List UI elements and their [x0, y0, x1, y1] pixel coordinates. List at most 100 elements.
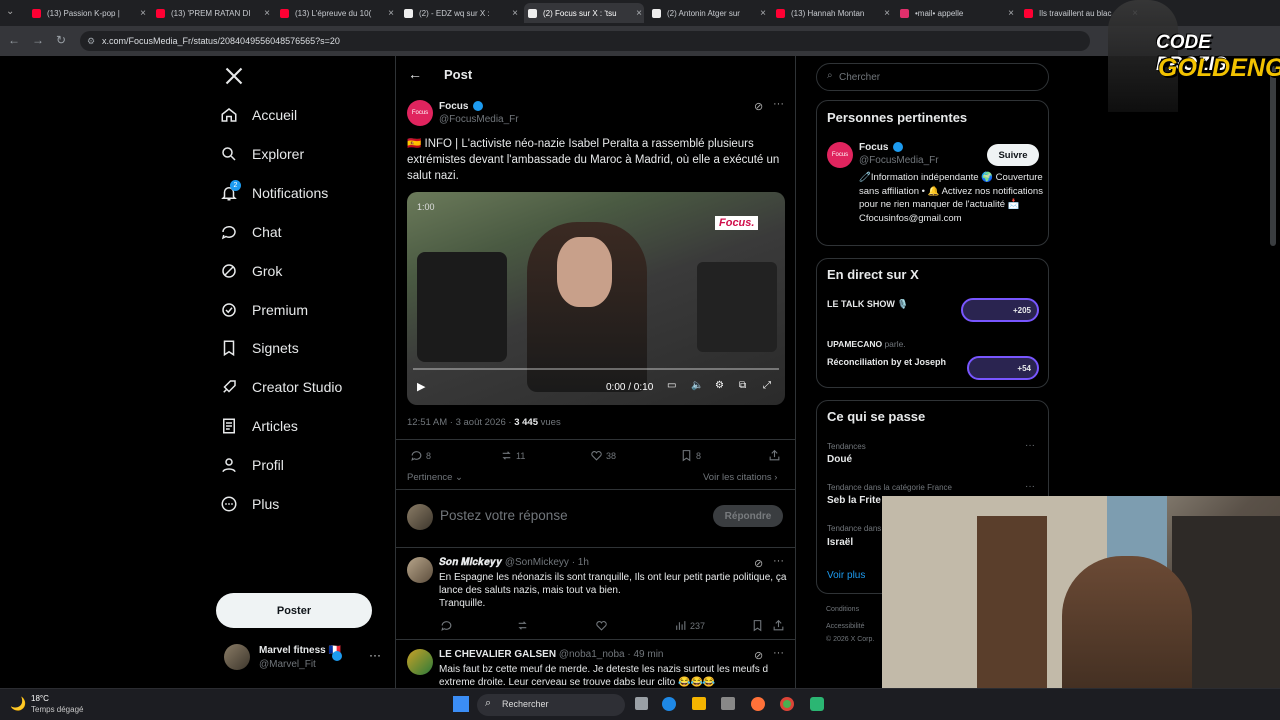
- close-tab-icon[interactable]: ×: [1008, 8, 1014, 19]
- file-explorer-icon[interactable]: [692, 697, 706, 710]
- sidebar-item-premium[interactable]: Premium: [220, 295, 308, 325]
- trend-more-icon[interactable]: ···: [1025, 481, 1035, 492]
- bookmark-button[interactable]: [751, 619, 767, 632]
- play-icon[interactable]: ▶: [417, 380, 425, 393]
- post-more-icon[interactable]: ···: [773, 98, 784, 110]
- reply-more-icon[interactable]: ···: [773, 647, 784, 659]
- follow-button[interactable]: Suivre: [987, 144, 1039, 166]
- sidebar-item-creator-studio[interactable]: Creator Studio: [220, 372, 342, 402]
- back-icon[interactable]: ←: [8, 33, 20, 47]
- sidebar-item-label: Profil: [252, 457, 284, 474]
- avatar[interactable]: [224, 644, 250, 670]
- store-icon[interactable]: [721, 697, 735, 710]
- live-listeners-badge[interactable]: +205: [961, 298, 1039, 322]
- sidebar-item-plus[interactable]: Plus: [220, 489, 279, 519]
- focus-avatar[interactable]: Focus: [827, 142, 853, 168]
- reply-button[interactable]: [440, 619, 456, 632]
- close-tab-icon[interactable]: ×: [636, 8, 642, 19]
- sidebar-item-notifications[interactable]: Notifications 2: [220, 178, 328, 208]
- author-name[interactable]: Focus: [439, 101, 484, 112]
- share-button[interactable]: [768, 449, 784, 462]
- x-logo-icon[interactable]: [224, 66, 244, 86]
- grok-icon[interactable]: ⊘: [754, 100, 763, 113]
- see-more-link[interactable]: Voir plus: [827, 570, 865, 581]
- trend-name[interactable]: Doué: [827, 454, 852, 465]
- sidebar-item-articles[interactable]: Articles: [220, 411, 298, 441]
- sidebar-item-signets[interactable]: Signets: [220, 333, 299, 363]
- fullscreen-icon[interactable]: ⤢: [763, 380, 771, 391]
- author-avatar[interactable]: Focus: [407, 100, 433, 126]
- volume-icon[interactable]: 🔈: [691, 380, 703, 391]
- account-more-icon[interactable]: ···: [369, 648, 381, 662]
- footer-link[interactable]: Conditions: [826, 606, 859, 613]
- like-button[interactable]: [595, 619, 611, 632]
- reply-button[interactable]: 8: [410, 449, 431, 462]
- browser-tab[interactable]: (13) Hannah Montan ×: [772, 3, 892, 23]
- live-listeners-badge[interactable]: +54: [967, 356, 1039, 380]
- reply-submit-button[interactable]: Répondre: [713, 505, 783, 527]
- url-field[interactable]: ⚙ x.com/FocusMedia_Fr/status/20840495560…: [80, 31, 1090, 51]
- sidebar-item-chat[interactable]: Chat: [220, 217, 282, 247]
- settings-icon[interactable]: ⚙: [715, 380, 724, 391]
- browser-tab[interactable]: (13) L'épreuve du 10(×: [276, 3, 396, 23]
- trend-name[interactable]: Seb la Frite: [827, 495, 881, 506]
- browser-tab[interactable]: •mail• appelle ×: [896, 3, 1016, 23]
- captions-icon[interactable]: ▭: [667, 380, 676, 391]
- view-quotes-link[interactable]: Voir les citations ›: [703, 472, 777, 483]
- relevant-handle[interactable]: @FocusMedia_Fr: [859, 155, 939, 166]
- reply-author-avatar[interactable]: [407, 557, 433, 583]
- app-icon[interactable]: [810, 697, 824, 711]
- live-title[interactable]: LE TALK SHOW 🎙️: [827, 299, 909, 310]
- close-tab-icon[interactable]: ×: [388, 8, 394, 19]
- search-input[interactable]: ⌕ Chercher: [816, 63, 1049, 91]
- browser-tab[interactable]: (2) Antonin Atger sur ×: [648, 3, 768, 23]
- post-button[interactable]: Poster: [216, 593, 372, 628]
- close-tab-icon[interactable]: ×: [140, 8, 146, 19]
- grok-icon[interactable]: ⊘: [754, 649, 763, 662]
- reply-author-avatar[interactable]: [407, 649, 433, 675]
- browser-tab[interactable]: (2) - EDZ wq sur X : ×: [400, 3, 520, 23]
- sidebar-item-grok[interactable]: Grok: [220, 256, 282, 286]
- edge-icon[interactable]: [662, 697, 676, 711]
- video-player[interactable]: 1:00 Focus. ▶ 0:00 / 0:10 ▭ 🔈 ⚙ ⧉ ⤢: [407, 192, 785, 405]
- trend-more-icon[interactable]: ···: [1025, 440, 1035, 451]
- back-arrow-icon[interactable]: ←: [408, 66, 422, 82]
- pip-icon[interactable]: ⧉: [739, 380, 746, 391]
- author-handle[interactable]: @FocusMedia_Fr: [439, 114, 519, 125]
- windows-start-icon[interactable]: [453, 696, 469, 712]
- site-info-icon[interactable]: ⚙: [87, 31, 95, 51]
- close-tab-icon[interactable]: ×: [512, 8, 518, 19]
- close-tab-icon[interactable]: ×: [760, 8, 766, 19]
- live-title[interactable]: Réconciliation by et Joseph: [827, 356, 947, 369]
- reload-icon[interactable]: ↻: [56, 33, 66, 47]
- sidebar-item-accueil[interactable]: Accueil: [220, 100, 297, 130]
- browser-tab[interactable]: (13) 'PREM RATAN DI ×: [152, 3, 272, 23]
- bookmark-button[interactable]: 8: [680, 449, 701, 462]
- footer-link[interactable]: Accessibilité: [826, 623, 865, 630]
- relevant-name[interactable]: Focus: [859, 142, 904, 153]
- video-progress-bar[interactable]: [413, 368, 779, 370]
- close-tab-icon[interactable]: ×: [884, 8, 890, 19]
- firefox-icon[interactable]: [751, 697, 765, 711]
- trend-name[interactable]: Israël: [827, 537, 853, 548]
- chrome-icon[interactable]: [780, 697, 794, 711]
- grok-icon[interactable]: ⊘: [754, 557, 763, 570]
- browser-tab[interactable]: (2) Focus sur X : 'tsu ×: [524, 3, 644, 23]
- sidebar-item-explorer[interactable]: Explorer: [220, 139, 304, 169]
- task-view-icon[interactable]: [635, 697, 648, 710]
- reply-input[interactable]: Postez votre réponse: [440, 508, 568, 523]
- browser-tab[interactable]: (13) Passion K-pop | ×: [28, 3, 148, 23]
- sidebar-item-profil[interactable]: Profil: [220, 450, 284, 480]
- like-button[interactable]: 38: [590, 449, 616, 462]
- relevance-dropdown[interactable]: Pertinence ⌄: [407, 472, 463, 483]
- taskbar-search[interactable]: ⌕ Rechercher: [477, 694, 625, 716]
- weather-icon[interactable]: 🌙: [10, 696, 26, 712]
- repost-button[interactable]: 11: [500, 449, 525, 462]
- tab-list-chevron-icon[interactable]: ⌄: [6, 6, 14, 17]
- reply-more-icon[interactable]: ···: [773, 555, 784, 567]
- close-tab-icon[interactable]: ×: [264, 8, 270, 19]
- views-stat[interactable]: 237: [674, 619, 705, 632]
- repost-button[interactable]: [516, 619, 532, 632]
- share-button[interactable]: [772, 619, 788, 632]
- forward-icon[interactable]: →: [32, 33, 44, 47]
